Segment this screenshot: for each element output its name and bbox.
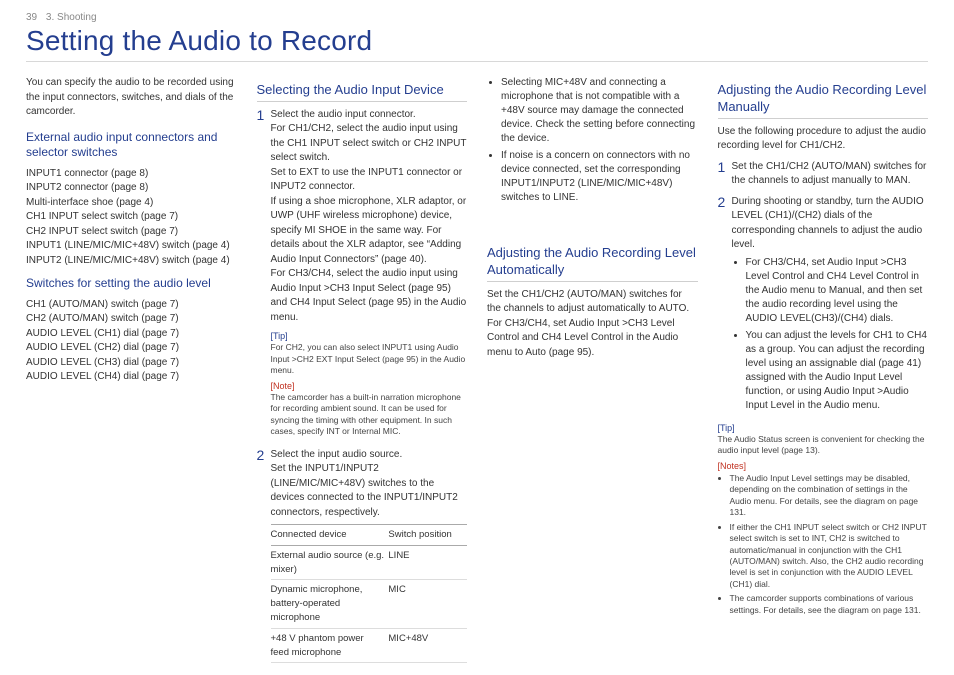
- note-label: [Note]: [271, 381, 468, 391]
- tip-text: For CH2, you can also select INPUT1 usin…: [271, 342, 468, 376]
- step-1: 1 Set the CH1/CH2 (AUTO/MAN) switches fo…: [718, 160, 929, 189]
- step-text: During shooting or standby, turn the AUD…: [732, 195, 929, 253]
- step-body: During shooting or standby, turn the AUD…: [732, 195, 929, 417]
- step-number: 1: [718, 160, 732, 189]
- table-row: External audio source (e.g. mixer)LINE: [271, 545, 468, 580]
- column-layout: You can specify the audio to be recorded…: [26, 76, 928, 669]
- auto-level-text: Set the CH1/CH2 (AUTO/MAN) switches for …: [487, 288, 698, 361]
- th-device: Connected device: [271, 525, 389, 546]
- step-number: 2: [718, 195, 732, 417]
- switches-list: CH1 (AUTO/MAN) switch (page 7) CH2 (AUTO…: [26, 298, 237, 385]
- column-2: Selecting the Audio Input Device 1 Selec…: [257, 76, 468, 669]
- table-header-row: Connected device Switch position: [271, 525, 468, 546]
- note-text: The camcorder has a built-in narration m…: [271, 392, 468, 438]
- page-title: Setting the Audio to Record: [26, 25, 928, 62]
- heading-manual-level: Adjusting the Audio Recording Level Manu…: [718, 82, 929, 119]
- manual-intro: Use the following procedure to adjust th…: [718, 125, 929, 154]
- column-4: Adjusting the Audio Recording Level Manu…: [718, 76, 929, 669]
- list-item: The camcorder supports combinations of v…: [730, 593, 929, 616]
- tip-text: The Audio Status screen is convenient fo…: [718, 434, 929, 457]
- list-item: If either the CH1 INPUT select switch or…: [730, 522, 929, 591]
- heading-external-connectors: External audio input connectors and sele…: [26, 130, 237, 161]
- manual-page: 39 3. Shooting Setting the Audio to Reco…: [0, 0, 954, 675]
- section-breadcrumb: 3. Shooting: [46, 12, 97, 23]
- intro-text: You can specify the audio to be recorded…: [26, 76, 237, 120]
- heading-select-device: Selecting the Audio Input Device: [257, 82, 468, 102]
- list-item: You can adjust the levels for CH1 to CH4…: [746, 329, 929, 413]
- page-header: 39 3. Shooting: [26, 12, 928, 23]
- page-number: 39: [26, 12, 37, 23]
- table-row: Dynamic microphone, battery-operated mic…: [271, 580, 468, 628]
- step-1: 1 Select the audio input connector. For …: [257, 108, 468, 326]
- table-row: +48 V phantom power feed microphoneMIC+4…: [271, 628, 468, 663]
- list-item: The Audio Input Level settings may be di…: [730, 473, 929, 519]
- step-body: Select the audio input connector. For CH…: [271, 108, 468, 326]
- step-number: 2: [257, 448, 271, 664]
- step-body: Select the input audio source. Set the I…: [271, 448, 468, 664]
- step-text: Select the input audio source. Set the I…: [271, 448, 468, 521]
- column-1: You can specify the audio to be recorded…: [26, 76, 237, 669]
- step-body: Set the CH1/CH2 (AUTO/MAN) switches for …: [732, 160, 929, 189]
- step-number: 1: [257, 108, 271, 326]
- notes-list: The Audio Input Level settings may be di…: [718, 473, 929, 617]
- connectors-list: INPUT1 connector (page 8) INPUT2 connect…: [26, 167, 237, 269]
- heading-auto-level: Adjusting the Audio Recording Level Auto…: [487, 245, 698, 282]
- th-position: Switch position: [388, 525, 467, 546]
- step-2: 2 During shooting or standby, turn the A…: [718, 195, 929, 417]
- list-item: Selecting MIC+48V and connecting a micro…: [501, 76, 698, 146]
- step-2: 2 Select the input audio source. Set the…: [257, 448, 468, 664]
- list-item: If noise is a concern on connectors with…: [501, 149, 698, 205]
- warning-bullets: Selecting MIC+48V and connecting a micro…: [487, 76, 698, 205]
- heading-level-switches: Switches for setting the audio level: [26, 276, 237, 292]
- list-item: For CH3/CH4, set Audio Input >CH3 Level …: [746, 256, 929, 326]
- notes-label: [Notes]: [718, 461, 929, 471]
- step-sub-bullets: For CH3/CH4, set Audio Input >CH3 Level …: [732, 256, 929, 413]
- device-table: Connected device Switch position Externa…: [271, 524, 468, 663]
- tip-label: [Tip]: [718, 423, 929, 433]
- column-3: Selecting MIC+48V and connecting a micro…: [487, 76, 698, 669]
- tip-label: [Tip]: [271, 331, 468, 341]
